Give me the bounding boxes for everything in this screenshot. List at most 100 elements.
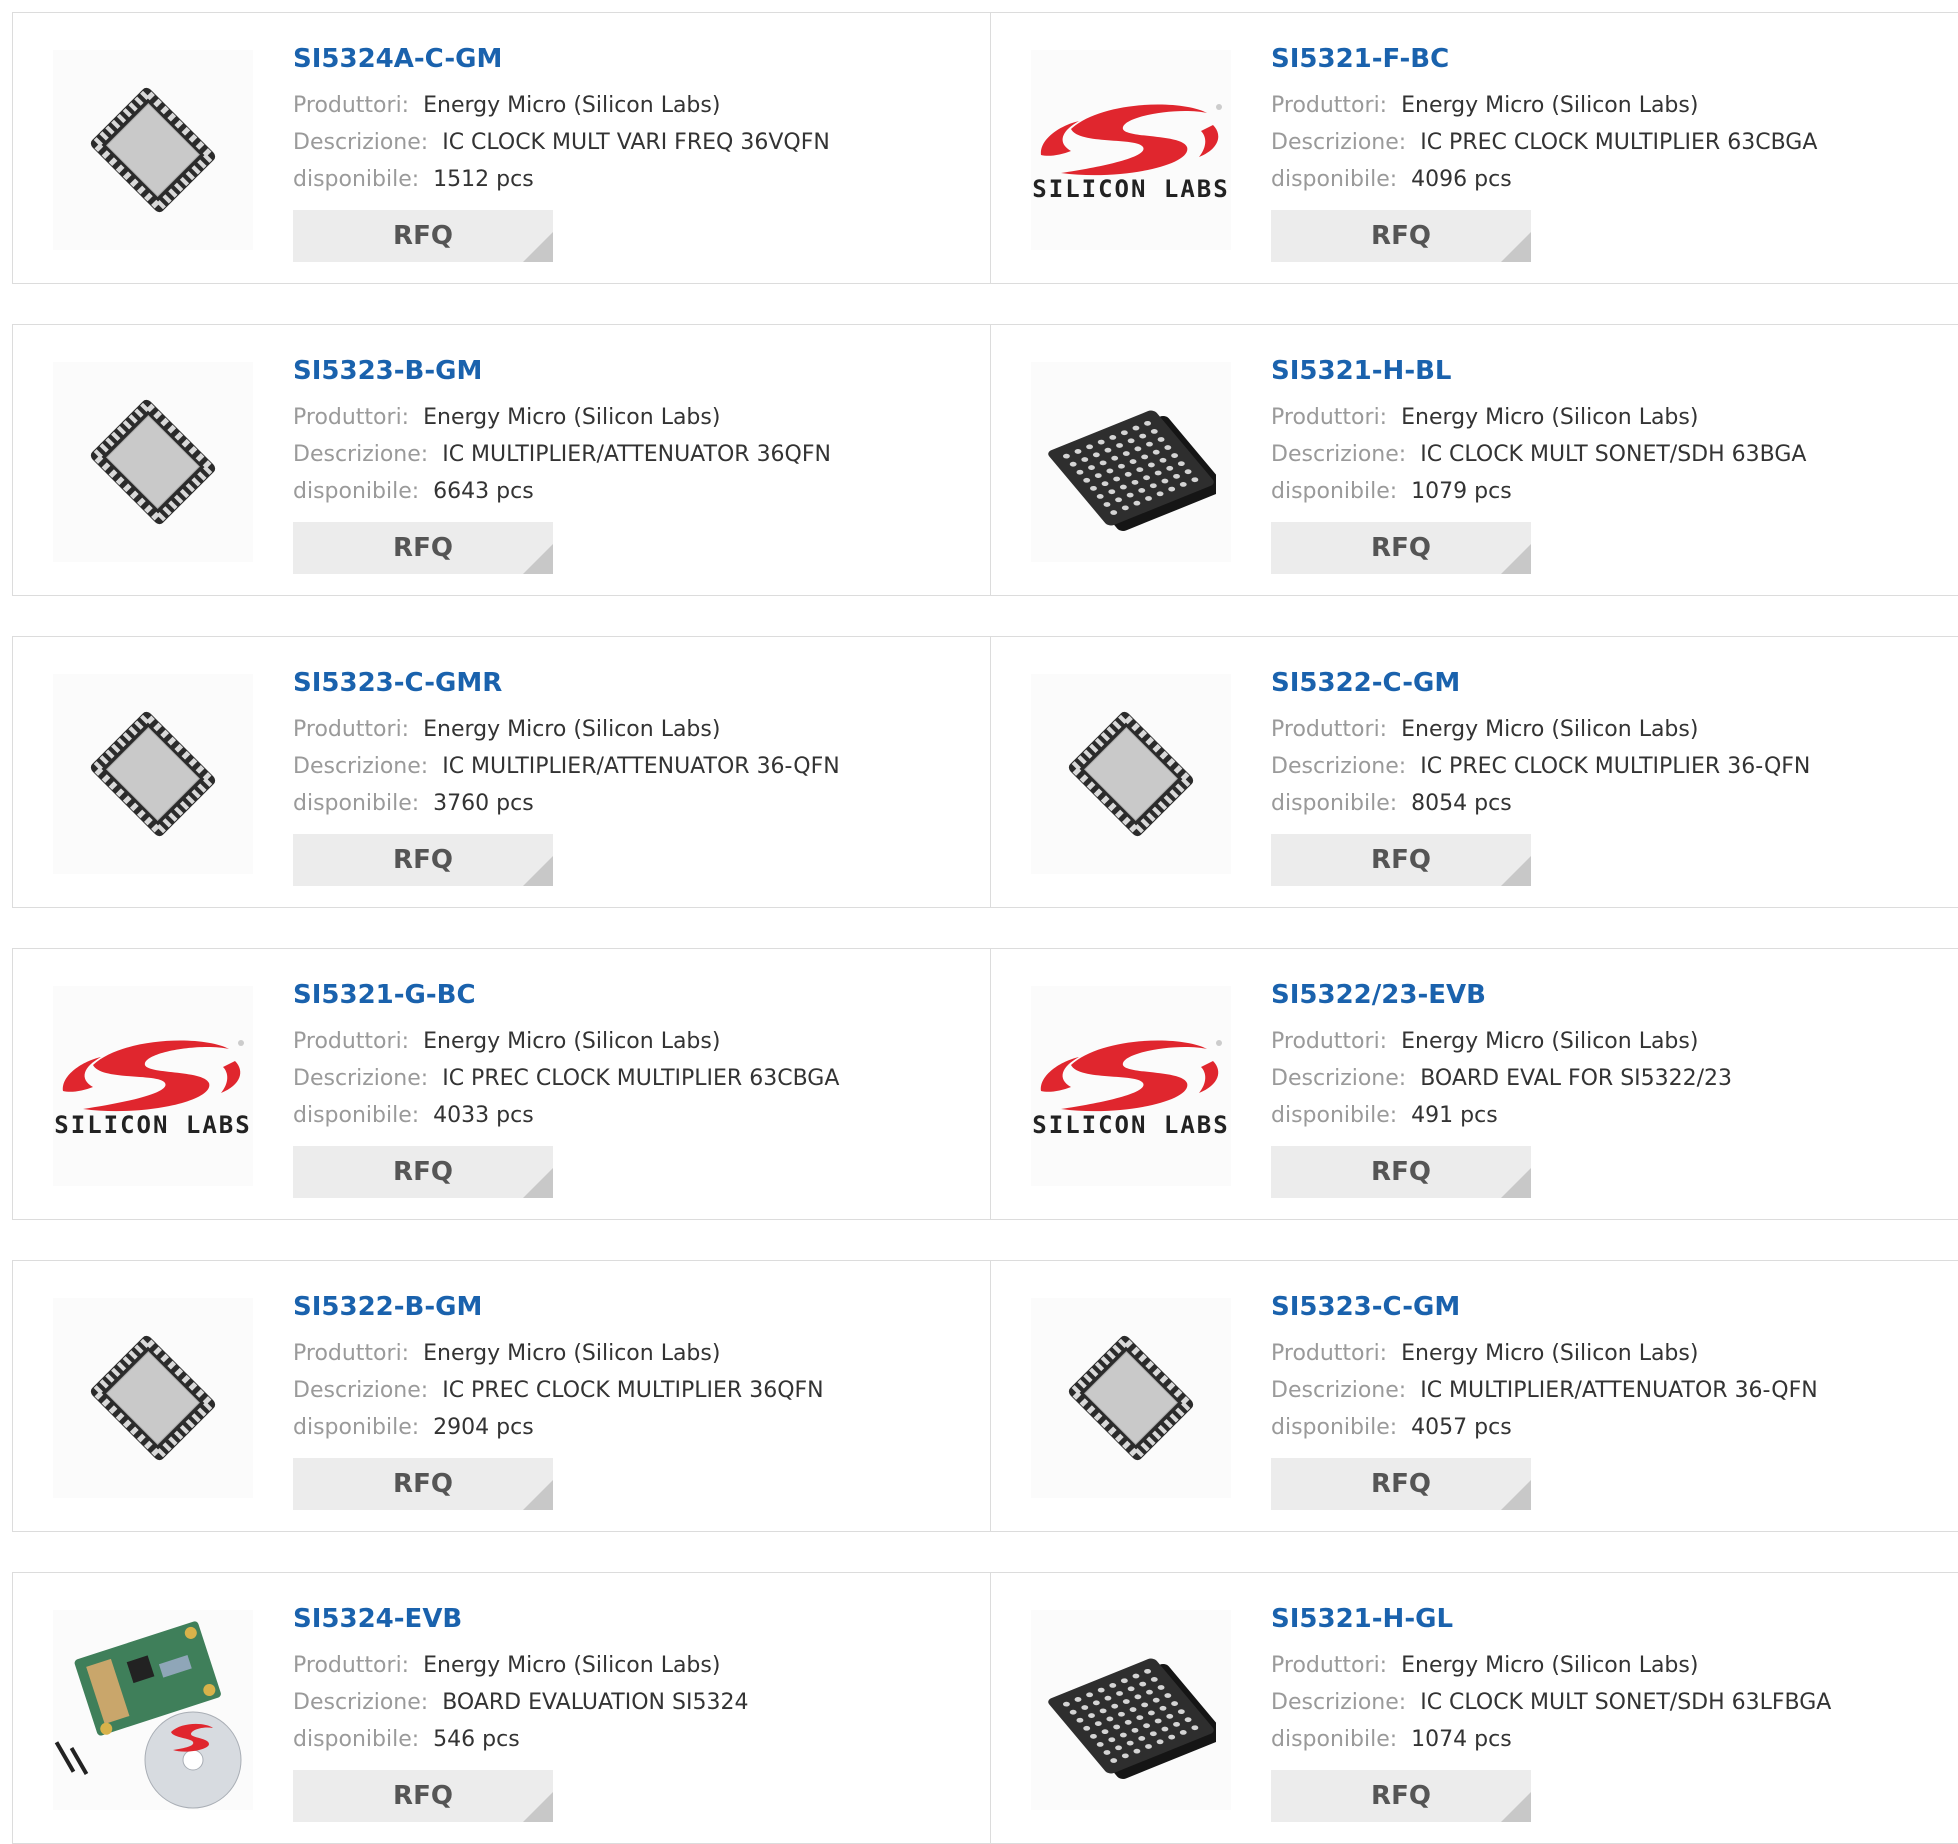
availability-row: disponibile: 8054 pcs (1271, 785, 1931, 822)
part-number-link[interactable]: SI5321-H-BL (1271, 355, 1931, 387)
part-number-link[interactable]: SI5324-EVB (293, 1603, 953, 1635)
availability-row: disponibile: 2904 pcs (293, 1409, 953, 1446)
qfn-chip-icon (78, 387, 228, 537)
product-image[interactable]: SILICON LABS (1031, 50, 1231, 250)
manufacturer-value: Energy Micro (Silicon Labs) (423, 1029, 721, 1054)
product-image[interactable] (53, 674, 253, 874)
product-image[interactable] (53, 50, 253, 250)
svg-text:SILICON LABS: SILICON LABS (1032, 175, 1229, 203)
description-label: Descrizione: (293, 754, 429, 779)
availability-row: disponibile: 4057 pcs (1271, 1409, 1931, 1446)
availability-row: disponibile: 1079 pcs (1271, 473, 1931, 510)
description-value: IC MULTIPLIER/ATTENUATOR 36-QFN (442, 754, 840, 779)
product-card: SILICON LABS SI5322/23-EVB Produttori: En… (991, 949, 1958, 1219)
corner-triangle-icon (1501, 1792, 1531, 1822)
description-row: Descrizione: BOARD EVAL FOR SI5322/23 (1271, 1060, 1931, 1097)
description-row: Descrizione: IC PREC CLOCK MULTIPLIER 63C… (1271, 124, 1931, 161)
product-info: SI5323-B-GM Produttori: Energy Micro (Sil… (293, 355, 953, 574)
silicon-labs-logo: SILICON LABS (53, 1031, 253, 1141)
rfq-button[interactable]: RFQ (293, 1146, 553, 1198)
manufacturer-label: Produttori: (293, 1341, 410, 1366)
description-label: Descrizione: (1271, 1378, 1407, 1403)
manufacturer-row: Produttori: Energy Micro (Silicon Labs) (293, 1335, 953, 1372)
description-label: Descrizione: (293, 1378, 429, 1403)
description-value: IC MULTIPLIER/ATTENUATOR 36QFN (442, 442, 831, 467)
product-image[interactable] (53, 1298, 253, 1498)
product-image[interactable] (53, 1610, 253, 1810)
description-row: Descrizione: IC MULTIPLIER/ATTENUATOR 36Q… (293, 436, 953, 473)
bga-chip-icon (1046, 387, 1216, 537)
product-card: SILICON LABS SI5321-G-BC Produttori: Ener… (13, 949, 991, 1219)
availability-label: disponibile: (1271, 1103, 1398, 1128)
manufacturer-label: Produttori: (293, 1653, 410, 1678)
manufacturer-label: Produttori: (1271, 1029, 1388, 1054)
description-label: Descrizione: (1271, 442, 1407, 467)
part-number-link[interactable]: SI5323-C-GM (1271, 1291, 1931, 1323)
product-info: SI5321-G-BC Produttori: Energy Micro (Sil… (293, 979, 953, 1198)
availability-label: disponibile: (293, 1727, 420, 1752)
manufacturer-row: Produttori: Energy Micro (Silicon Labs) (293, 1647, 953, 1684)
rfq-label: RFQ (1371, 1469, 1431, 1499)
part-number-link[interactable]: SI5322/23-EVB (1271, 979, 1931, 1011)
product-image[interactable]: SILICON LABS (1031, 986, 1231, 1186)
product-image[interactable] (53, 362, 253, 562)
part-number-link[interactable]: SI5324A-C-GM (293, 43, 953, 75)
product-image[interactable] (1031, 1298, 1231, 1498)
rfq-button[interactable]: RFQ (1271, 210, 1531, 262)
description-value: IC PREC CLOCK MULTIPLIER 36-QFN (1420, 754, 1811, 779)
product-image[interactable]: SILICON LABS (53, 986, 253, 1186)
part-number-link[interactable]: SI5323-C-GMR (293, 667, 953, 699)
rfq-label: RFQ (1371, 533, 1431, 563)
product-row: SILICON LABS SI5321-G-BC Produttori: Ener… (12, 948, 1958, 1220)
part-number-link[interactable]: SI5321-H-GL (1271, 1603, 1931, 1635)
part-number-link[interactable]: SI5322-B-GM (293, 1291, 953, 1323)
rfq-button[interactable]: RFQ (293, 1458, 553, 1510)
part-number-link[interactable]: SI5323-B-GM (293, 355, 953, 387)
product-card: SI5322-C-GM Produttori: Energy Micro (Sil… (991, 637, 1958, 907)
description-value: IC PREC CLOCK MULTIPLIER 63CBGA (442, 1066, 840, 1091)
description-value: BOARD EVALUATION SI5324 (442, 1690, 749, 1715)
rfq-button[interactable]: RFQ (1271, 834, 1531, 886)
manufacturer-label: Produttori: (1271, 93, 1388, 118)
availability-label: disponibile: (293, 1415, 420, 1440)
manufacturer-row: Produttori: Energy Micro (Silicon Labs) (1271, 1335, 1931, 1372)
part-number-link[interactable]: SI5321-F-BC (1271, 43, 1931, 75)
product-row: SI5324A-C-GM Produttori: Energy Micro (Si… (12, 12, 1958, 284)
availability-value: 546 pcs (433, 1727, 520, 1752)
description-value: IC PREC CLOCK MULTIPLIER 36QFN (442, 1378, 824, 1403)
manufacturer-value: Energy Micro (Silicon Labs) (423, 1341, 721, 1366)
rfq-button[interactable]: RFQ (293, 1770, 553, 1822)
product-image[interactable] (1031, 674, 1231, 874)
description-label: Descrizione: (1271, 1690, 1407, 1715)
rfq-button[interactable]: RFQ (1271, 1458, 1531, 1510)
product-image[interactable] (1031, 1610, 1231, 1810)
description-value: BOARD EVAL FOR SI5322/23 (1420, 1066, 1733, 1091)
rfq-button[interactable]: RFQ (293, 210, 553, 262)
part-number-link[interactable]: SI5322-C-GM (1271, 667, 1931, 699)
bga-chip-icon (1046, 1635, 1216, 1785)
product-info: SI5323-C-GM Produttori: Energy Micro (Sil… (1271, 1291, 1931, 1510)
rfq-button[interactable]: RFQ (1271, 522, 1531, 574)
product-row: SI5322-B-GM Produttori: Energy Micro (Sil… (12, 1260, 1958, 1532)
product-row: SI5323-B-GM Produttori: Energy Micro (Sil… (12, 324, 1958, 596)
rfq-button[interactable]: RFQ (293, 834, 553, 886)
availability-label: disponibile: (1271, 1415, 1398, 1440)
manufacturer-label: Produttori: (293, 405, 410, 430)
manufacturer-value: Energy Micro (Silicon Labs) (423, 717, 721, 742)
product-image[interactable] (1031, 362, 1231, 562)
manufacturer-row: Produttori: Energy Micro (Silicon Labs) (293, 87, 953, 124)
corner-triangle-icon (1501, 1168, 1531, 1198)
manufacturer-value: Energy Micro (Silicon Labs) (1401, 1653, 1699, 1678)
description-value: IC CLOCK MULT SONET/SDH 63BGA (1420, 442, 1807, 467)
manufacturer-row: Produttori: Energy Micro (Silicon Labs) (1271, 1023, 1931, 1060)
rfq-label: RFQ (1371, 845, 1431, 875)
rfq-label: RFQ (393, 1781, 453, 1811)
corner-triangle-icon (1501, 232, 1531, 262)
product-card: SI5322-B-GM Produttori: Energy Micro (Sil… (13, 1261, 991, 1531)
rfq-button[interactable]: RFQ (1271, 1770, 1531, 1822)
corner-triangle-icon (1501, 1480, 1531, 1510)
corner-triangle-icon (523, 856, 553, 886)
rfq-button[interactable]: RFQ (293, 522, 553, 574)
rfq-button[interactable]: RFQ (1271, 1146, 1531, 1198)
part-number-link[interactable]: SI5321-G-BC (293, 979, 953, 1011)
